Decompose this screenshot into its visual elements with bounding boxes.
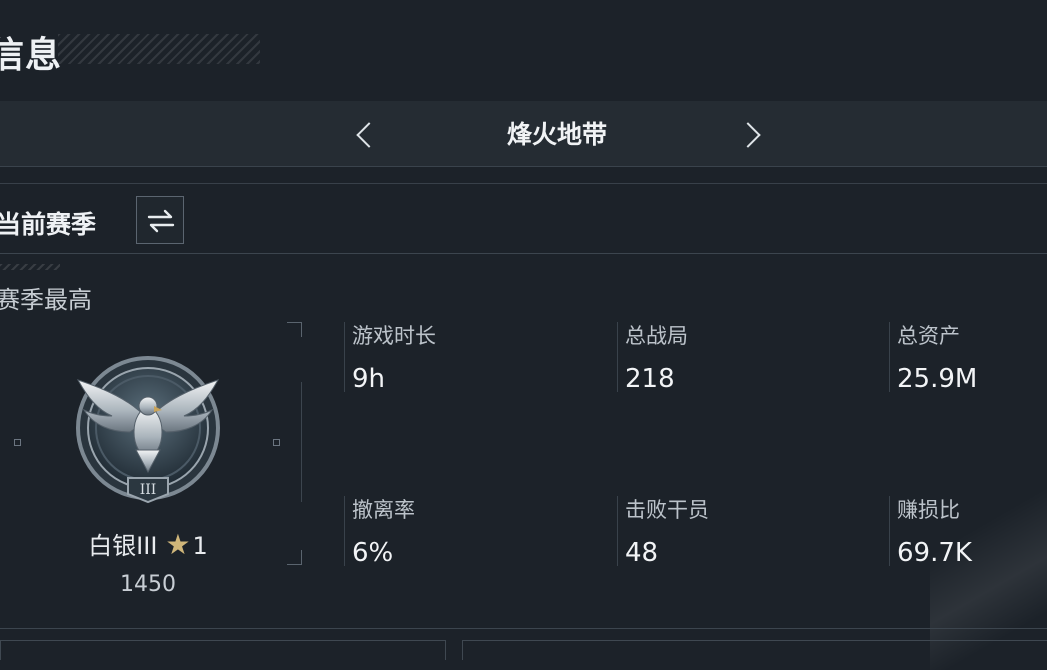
divider — [889, 322, 890, 392]
page-title: 信息 — [0, 35, 63, 76]
mode-title: 烽火地带 — [506, 120, 607, 149]
stat-total-matches: 总战局 218 — [617, 320, 865, 394]
title-decoration — [58, 34, 260, 64]
divider — [617, 322, 618, 392]
bottom-panel-right — [462, 640, 1047, 660]
swap-arrows-icon — [147, 209, 175, 233]
season-best-label: 赛季最高 — [0, 286, 92, 314]
rank-emblem-icon: III — [76, 356, 220, 504]
divider — [344, 322, 345, 392]
stat-operators-defeated: 击败干员 48 — [617, 494, 865, 568]
stat-label: 撤离率 — [352, 498, 415, 522]
stat-play-time: 游戏时长 9h — [344, 320, 592, 394]
svg-text:III: III — [140, 482, 157, 498]
stat-extraction-rate: 撤离率 6% — [344, 494, 592, 568]
season-switch-button[interactable] — [136, 196, 184, 244]
rank-name: 白银III ★1 — [0, 526, 296, 561]
divider — [0, 628, 1047, 629]
divider — [0, 183, 1047, 184]
divider — [889, 496, 890, 566]
section-decoration — [0, 264, 60, 270]
stat-value: 25.9M — [897, 364, 978, 394]
frame-marker — [273, 439, 280, 446]
divider — [0, 253, 1047, 254]
bottom-panel-left — [0, 640, 446, 660]
frame-marker — [14, 439, 21, 446]
stat-value: 9h — [352, 364, 386, 394]
divider — [344, 496, 345, 566]
stat-value: 6% — [352, 538, 394, 568]
stat-label: 击败干员 — [625, 498, 709, 522]
star-icon: ★ — [165, 528, 191, 561]
frame-edge — [301, 382, 302, 502]
stat-label: 总资产 — [897, 324, 960, 348]
rank-name-label: 白银III — [88, 532, 158, 560]
stat-label: 游戏时长 — [352, 324, 436, 348]
season-label: 当前赛季 — [0, 210, 97, 239]
stat-total-assets: 总资产 25.9M — [889, 320, 1037, 394]
rank-score: 1450 — [120, 572, 176, 597]
frame-corner — [287, 322, 302, 337]
stat-value: 218 — [625, 364, 675, 394]
stat-value: 48 — [625, 538, 659, 568]
rank-star-count: 1 — [192, 532, 208, 560]
stat-label: 总战局 — [625, 324, 688, 348]
divider — [617, 496, 618, 566]
